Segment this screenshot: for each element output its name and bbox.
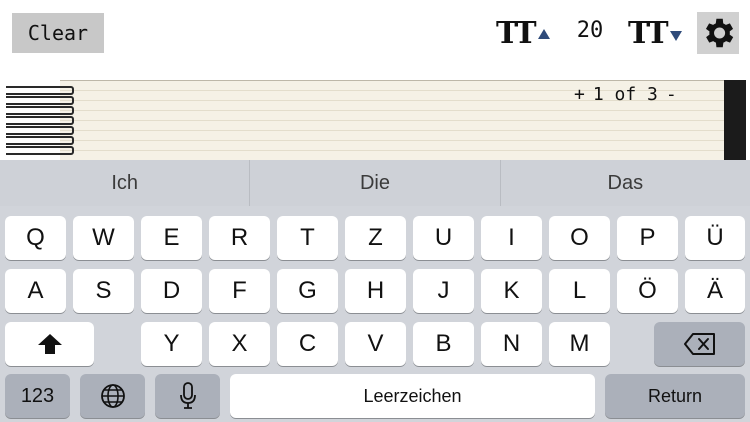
key-s[interactable]: S: [73, 269, 134, 313]
page-navigation: + 1 of 3 -: [574, 82, 677, 106]
key-t[interactable]: T: [277, 216, 338, 260]
triangle-down-icon: [670, 31, 682, 41]
key-i[interactable]: I: [481, 216, 542, 260]
key-o[interactable]: O: [549, 216, 610, 260]
key-o-umlaut[interactable]: Ö: [617, 269, 678, 313]
spiral-ring: [6, 136, 74, 145]
key-x[interactable]: X: [209, 322, 270, 366]
text-size-icon: TT: [496, 16, 537, 51]
font-decrease-button[interactable]: TT: [628, 14, 669, 54]
key-j[interactable]: J: [413, 269, 474, 313]
notepad: + 1 of 3 -: [0, 80, 750, 161]
space-key[interactable]: Leerzeichen: [230, 374, 595, 418]
key-c[interactable]: C: [277, 322, 338, 366]
key-d[interactable]: D: [141, 269, 202, 313]
toolbar: Clear TT 20 TT: [0, 0, 750, 80]
key-h[interactable]: H: [345, 269, 406, 313]
keyboard: Ich Die Das Q W E R T Z U I O P Ü A S D …: [0, 160, 750, 422]
clear-button[interactable]: Clear: [12, 13, 104, 53]
microphone-icon: [179, 382, 196, 409]
globe-key[interactable]: [80, 374, 145, 418]
key-b[interactable]: B: [413, 322, 474, 366]
spiral-ring: [6, 96, 74, 105]
key-z[interactable]: Z: [345, 216, 406, 260]
triangle-up-icon: [538, 29, 550, 39]
suggestion-bar: Ich Die Das: [0, 160, 750, 206]
page-indicator: 1 of 3: [592, 83, 658, 105]
key-g[interactable]: G: [277, 269, 338, 313]
dictation-key[interactable]: [155, 374, 220, 418]
previous-page-button[interactable]: -: [666, 84, 677, 105]
spiral-ring: [6, 116, 74, 125]
backspace-key[interactable]: [654, 322, 745, 366]
key-l[interactable]: L: [549, 269, 610, 313]
gear-icon: [705, 18, 734, 48]
numbers-key[interactable]: 123: [5, 374, 70, 418]
font-increase-button[interactable]: TT: [496, 14, 537, 54]
key-a-umlaut[interactable]: Ä: [685, 269, 745, 313]
key-y[interactable]: Y: [141, 322, 202, 366]
key-m[interactable]: M: [549, 322, 610, 366]
text-size-icon: TT: [628, 16, 669, 51]
key-n[interactable]: N: [481, 322, 542, 366]
key-f[interactable]: F: [209, 269, 270, 313]
key-e[interactable]: E: [141, 216, 202, 260]
spiral-ring: [6, 106, 74, 115]
backspace-icon: [683, 333, 715, 355]
suggestion-item[interactable]: Das: [501, 160, 750, 206]
key-v[interactable]: V: [345, 322, 406, 366]
font-size-value: 20: [576, 18, 604, 43]
key-a[interactable]: A: [5, 269, 66, 313]
return-key[interactable]: Return: [605, 374, 745, 418]
shift-key[interactable]: [5, 322, 94, 366]
spiral-ring: [6, 126, 74, 135]
key-q[interactable]: Q: [5, 216, 66, 260]
key-u-umlaut[interactable]: Ü: [685, 216, 745, 260]
suggestion-item[interactable]: Die: [250, 160, 501, 206]
settings-button[interactable]: [697, 12, 739, 54]
shift-arrow-icon: [37, 334, 62, 354]
notepad-spine: [724, 80, 746, 160]
key-r[interactable]: R: [209, 216, 270, 260]
key-p[interactable]: P: [617, 216, 678, 260]
spiral-ring: [6, 146, 74, 155]
next-page-button[interactable]: +: [574, 84, 585, 105]
key-u[interactable]: U: [413, 216, 474, 260]
key-w[interactable]: W: [73, 216, 134, 260]
globe-icon: [100, 384, 125, 408]
suggestion-item[interactable]: Ich: [0, 160, 251, 206]
key-k[interactable]: K: [481, 269, 542, 313]
spiral-ring: [6, 86, 74, 95]
